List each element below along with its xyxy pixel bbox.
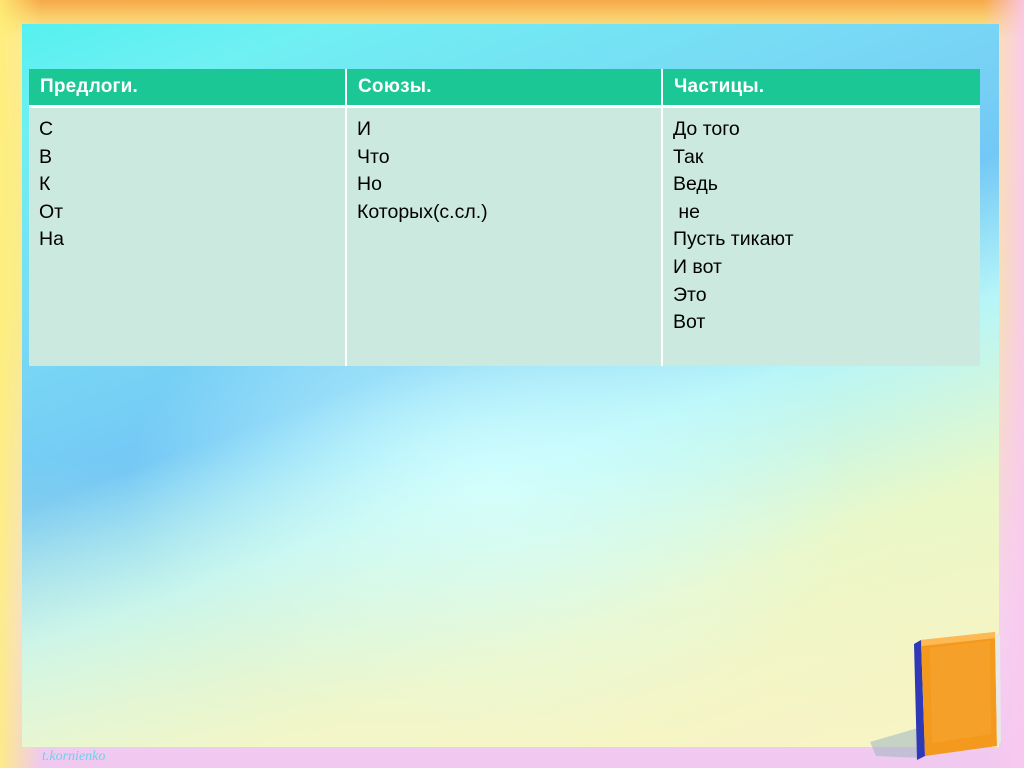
list-item: Которых(с.сл.): [357, 200, 488, 223]
list-item: Вот: [673, 311, 706, 334]
word-classification-table: Предлоги. Союзы. Частицы. С В К От На И …: [29, 69, 980, 366]
list-item: Что: [357, 145, 390, 168]
list-item: Так: [673, 145, 704, 168]
particles-cell: До того Так Ведь не Пусть тикают И вот Э…: [662, 106, 980, 366]
list-item: Ведь: [673, 173, 718, 196]
prepositions-cell: С В К От На: [29, 106, 347, 366]
list-item: К: [39, 173, 51, 196]
list-item: Это: [673, 283, 707, 306]
list-item: От: [39, 200, 64, 223]
list-item: До того: [673, 118, 740, 140]
author-watermark: t.kornienko: [42, 749, 106, 764]
list-item: Но: [357, 173, 382, 196]
header-prepositions: Предлоги.: [29, 69, 347, 108]
list-item: И: [357, 118, 372, 140]
list-item: не: [673, 200, 701, 223]
list-item: Пусть тикают: [673, 228, 794, 251]
table-row: С В К От На И Что Но Которых(с.сл.) До т…: [29, 106, 980, 366]
header-particles: Частицы.: [662, 69, 980, 108]
book-icon: [870, 632, 1001, 760]
header-conjunctions: Союзы.: [346, 69, 663, 108]
conjunctions-cell: И Что Но Которых(с.сл.): [346, 106, 663, 366]
table-header-row: Предлоги. Союзы. Частицы.: [29, 69, 980, 108]
list-item: И вот: [673, 255, 722, 278]
list-item: На: [39, 228, 64, 251]
list-item: С: [39, 118, 54, 140]
list-item: В: [39, 145, 53, 168]
